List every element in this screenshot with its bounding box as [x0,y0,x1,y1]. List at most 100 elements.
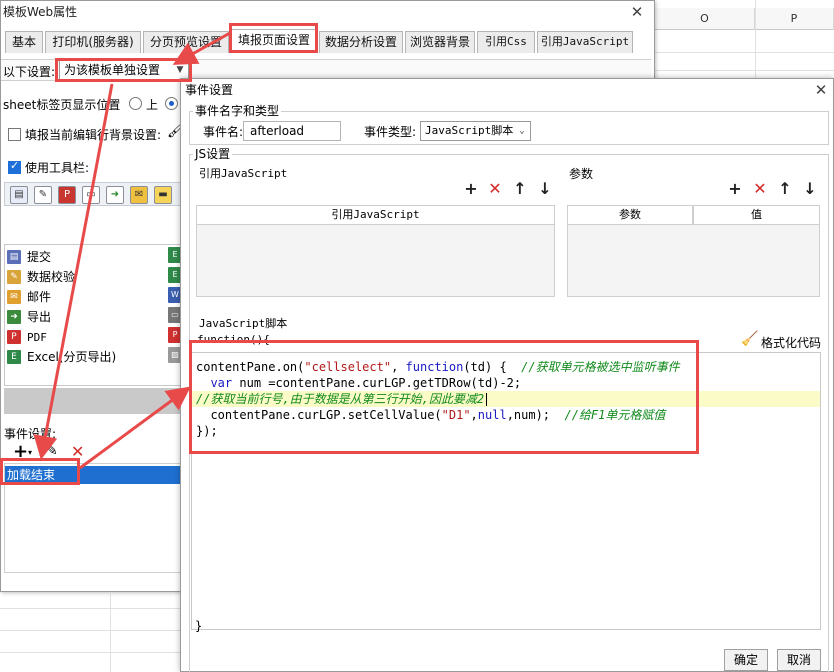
delete-icon[interactable]: ✕ [751,180,769,198]
tab-fill-page[interactable]: 填报页面设置 [231,29,317,53]
list-item-label: 邮件 [27,290,52,304]
tab-page-preview[interactable]: 分页预览设置 [143,31,229,53]
event-type-select[interactable]: JavaScript脚本 ⌄ [420,121,531,141]
broom-icon[interactable]: 🧹 [741,331,758,347]
excel-icon: E [7,350,21,364]
list-item[interactable]: ➜ 导出 [5,307,181,327]
script-label: JavaScript脚本 [199,317,288,330]
pdf-icon[interactable]: P [58,186,76,204]
ref-js-column-header[interactable]: 引用JavaScript [196,205,555,225]
js-settings-group-title: JS设置 [193,147,233,161]
event-item-afterload[interactable]: 加载结束 [5,466,181,484]
format-code-button[interactable]: 格式化代码 [761,334,821,351]
use-toolbar-checkbox[interactable] [8,159,21,174]
pencil-icon[interactable]: ✎ [34,186,52,204]
column-header-o[interactable]: O [655,8,755,30]
params-value-column-header[interactable]: 值 [693,205,820,225]
code-editor[interactable]: contentPane.on("cellselect", function(td… [191,352,821,630]
export-icon[interactable]: ➜ [106,186,124,204]
cancel-button[interactable]: 取消 [777,649,821,671]
add-icon[interactable]: + [13,441,28,462]
chevron-down-icon: ▼ [176,65,184,75]
delete-icon[interactable]: ✕ [486,180,504,198]
grid-line [110,594,111,672]
add-icon[interactable]: + [462,180,480,198]
list-item[interactable]: ✎ 数据校验 [5,267,181,287]
event-type-value: JavaScript脚本 [425,124,514,137]
save-icon: ▤ [7,250,21,264]
add-icon[interactable]: + [726,180,744,198]
arrow-up-icon[interactable]: ↑ [776,180,794,198]
list-item-label: PDF [27,331,47,344]
name-type-group-title: 事件名字和类型 [193,104,282,118]
setting-label: 以下设置: [3,65,56,79]
function-open-text: function(){ [197,333,270,346]
export-icon: ➜ [7,310,21,324]
close-icon[interactable]: ✕ [627,2,647,22]
dialog-title: 模板Web属性 [3,5,78,19]
radio-top[interactable] [129,97,142,110]
list-item-label: 数据校验 [27,270,76,284]
event-type-label: 事件类型: [364,125,417,139]
mail-icon[interactable]: ✉ [130,186,148,204]
tab-data-analysis[interactable]: 数据分析设置 [319,31,403,53]
event-name-input[interactable]: afterload [243,121,341,141]
params-name-column-header[interactable]: 参数 [567,205,693,225]
ok-button[interactable]: 确定 [724,649,768,671]
closing-brace-text: } [195,619,203,633]
fill-bg-checkbox[interactable] [8,128,21,141]
setting-select-value: 为该模板单独设置 [64,63,161,77]
setting-select[interactable]: 为该模板单独设置 ▼ [59,60,189,80]
list-item[interactable]: E Excel(分页导出) [5,347,181,367]
ref-js-label: 引用JavaScript [199,167,288,180]
code-line-3: //获取当前行号,由于数据是从第三行开始,因此要减2 [192,391,820,407]
mail-icon: ✉ [7,290,21,304]
pdf-icon: P [7,330,21,344]
sheet-tab-position-label: sheet标签页显示位置 [3,98,121,112]
edit-icon[interactable]: ✎ [46,443,58,459]
dialog-title: 事件设置 [185,83,234,97]
delete-icon[interactable]: ✕ [71,442,84,461]
tab-bar: 基本 打印机(服务器) 分页预览设置 填报页面设置 数据分析设置 浏览器背景 引… [3,29,654,53]
toolbar-preview: ▤ ✎ P ▭ ➜ ✉ ▬ [4,182,182,206]
code-line-5: }); [196,424,218,438]
list-item[interactable]: ✉ 邮件 [5,287,181,307]
tab-printer[interactable]: 打印机(服务器) [45,31,141,53]
use-toolbar-label: 使用工具栏: [25,161,90,175]
tab-ref-javascript[interactable]: 引用JavaScript [537,31,633,53]
column-header-p[interactable]: P [755,8,834,30]
params-table[interactable] [567,225,820,297]
tab-basic[interactable]: 基本 [5,31,43,53]
list-item-label: Excel(分页导出) [27,350,117,364]
chevron-down-icon[interactable]: ▾ [28,448,32,457]
ref-js-table[interactable] [196,225,555,297]
event-settings-label: 事件设置: [4,427,57,441]
params-label: 参数 [569,167,594,181]
arrow-down-icon[interactable]: ↓ [536,180,554,198]
toolbar-button-list: ▤ 提交 ✎ 数据校验 ✉ 邮件 ➜ 导出 P PDF E Excel(分页导出… [4,244,182,386]
tab-browser-bg[interactable]: 浏览器背景 [405,31,475,53]
radio-top-label: 上 [146,98,159,112]
event-name-label: 事件名: [203,125,244,139]
list-item-label: 导出 [27,310,52,324]
list-item-label: 提交 [27,250,52,264]
event-list: 加载结束 [4,463,182,573]
code-line-2: var num =contentPane.curLGP.getTDRow(td)… [210,376,522,390]
fill-bg-label: 填报当前编辑行背景设置: [25,128,162,142]
chevron-down-icon: ⌄ [519,126,525,136]
code-line-4: contentPane.curLGP.setCellValue("D1",nul… [196,408,666,422]
arrow-down-icon[interactable]: ↓ [801,180,819,198]
event-settings-dialog: 事件设置 ✕ 事件名字和类型 事件名: afterload 事件类型: Java… [180,78,834,672]
grey-panel [4,388,182,414]
print-icon[interactable]: ▭ [82,186,100,204]
pencil-icon: ✎ [7,270,21,284]
code-line-1: contentPane.on("cellselect", function(td… [196,360,680,374]
list-item[interactable]: P PDF [5,327,181,347]
tab-ref-css[interactable]: 引用Css [477,31,535,53]
close-icon[interactable]: ✕ [811,80,831,100]
save-icon[interactable]: ▤ [10,186,28,204]
radio-other[interactable] [165,97,178,110]
folder-icon[interactable]: ▬ [154,186,172,204]
list-item[interactable]: ▤ 提交 [5,247,181,267]
arrow-up-icon[interactable]: ↑ [511,180,529,198]
